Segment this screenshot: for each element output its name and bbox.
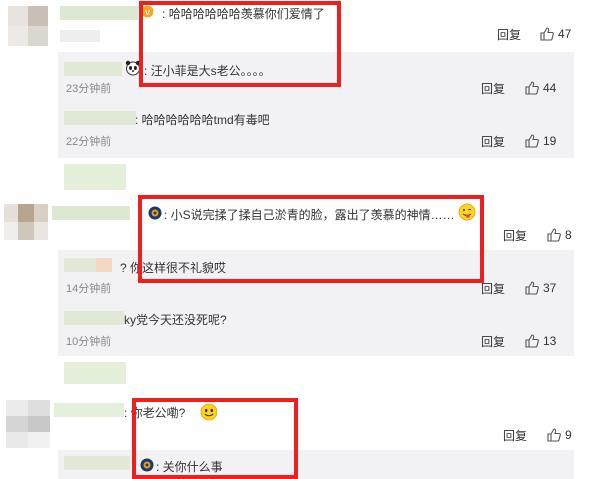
like-count: 37 xyxy=(543,281,557,295)
username-blurred[interactable] xyxy=(64,311,124,325)
username-blurred[interactable] xyxy=(64,111,136,125)
reply-time: 22分钟前 xyxy=(66,136,112,148)
thumbs-up-icon xyxy=(525,281,539,295)
reply-button[interactable]: 回复 xyxy=(481,335,505,349)
reply-panel xyxy=(58,450,574,479)
panda-emoji-icon xyxy=(125,60,141,81)
avatar[interactable] xyxy=(4,204,48,240)
thumbs-up-icon xyxy=(540,27,554,41)
reply-time: 23分钟前 xyxy=(66,83,112,95)
like-button[interactable]: 13 xyxy=(525,334,556,348)
reply-button[interactable]: 回复 xyxy=(481,135,505,149)
reply-text: : 汪小菲是大s老公。。。。 xyxy=(144,64,271,78)
username-blurred[interactable] xyxy=(96,258,112,272)
username-blurred[interactable] xyxy=(52,206,130,220)
thumbs-up-icon xyxy=(525,334,539,348)
like-count: 44 xyxy=(543,81,557,95)
svg-text:v: v xyxy=(145,8,151,18)
reply-time: 14分钟前 xyxy=(66,283,112,295)
reply-button[interactable]: 回复 xyxy=(497,28,521,42)
thumbs-up-icon xyxy=(525,81,539,95)
reply-button[interactable]: 回复 xyxy=(503,429,527,443)
like-count: 13 xyxy=(543,334,557,348)
like-button[interactable]: 19 xyxy=(525,134,556,148)
verified-badge-icon: v xyxy=(141,5,154,23)
like-button[interactable]: 47 xyxy=(540,27,571,41)
comment-text: : 小S说完揉了揉自己淤青的脸，露出了羡慕的神情…… xyxy=(164,208,455,222)
like-count: 47 xyxy=(558,27,572,41)
reply-text: ky党今天还没死呢? xyxy=(124,313,227,327)
like-button[interactable]: 37 xyxy=(525,281,556,295)
username-blurred[interactable] xyxy=(60,6,138,20)
thumbs-up-icon xyxy=(547,228,561,242)
reply-text: : 关你什么事 xyxy=(156,460,223,474)
username-blurred[interactable] xyxy=(64,62,122,76)
like-button[interactable]: 8 xyxy=(547,228,572,242)
thumbs-up-icon xyxy=(547,428,561,442)
like-button[interactable]: 44 xyxy=(525,81,556,95)
username-blurred[interactable] xyxy=(54,403,124,417)
reply-text: ? 你这样很不礼貌哎 xyxy=(120,261,227,275)
reply-text: : 哈哈哈哈哈哈tmd有毒吧 xyxy=(135,113,270,127)
reply-button[interactable]: 回复 xyxy=(481,82,505,96)
like-button[interactable]: 9 xyxy=(547,428,572,442)
smile-emoji-icon xyxy=(200,403,218,426)
avatar[interactable] xyxy=(6,400,50,448)
more-replies-blurred[interactable] xyxy=(64,164,126,190)
reply-time: 10分钟前 xyxy=(66,336,112,348)
reply-button[interactable]: 回复 xyxy=(481,282,505,296)
verified-badge-icon xyxy=(140,458,154,477)
comment-text: : 哈哈哈哈哈哈羡慕你们爱情了 xyxy=(162,7,325,21)
like-count: 8 xyxy=(565,228,572,242)
like-count: 9 xyxy=(565,428,572,442)
time-blurred xyxy=(60,30,100,42)
thumbs-up-icon xyxy=(525,134,539,148)
reply-button[interactable]: 回复 xyxy=(503,229,527,243)
avatar[interactable] xyxy=(8,6,48,46)
tongue-emoji-icon xyxy=(458,203,476,226)
username-blurred[interactable] xyxy=(64,258,96,272)
like-count: 19 xyxy=(543,134,557,148)
username-blurred[interactable] xyxy=(64,456,130,470)
comment-text: : 你老公嘞? xyxy=(124,406,186,420)
more-replies-blurred[interactable] xyxy=(64,362,126,384)
verified-badge-icon xyxy=(148,206,162,225)
